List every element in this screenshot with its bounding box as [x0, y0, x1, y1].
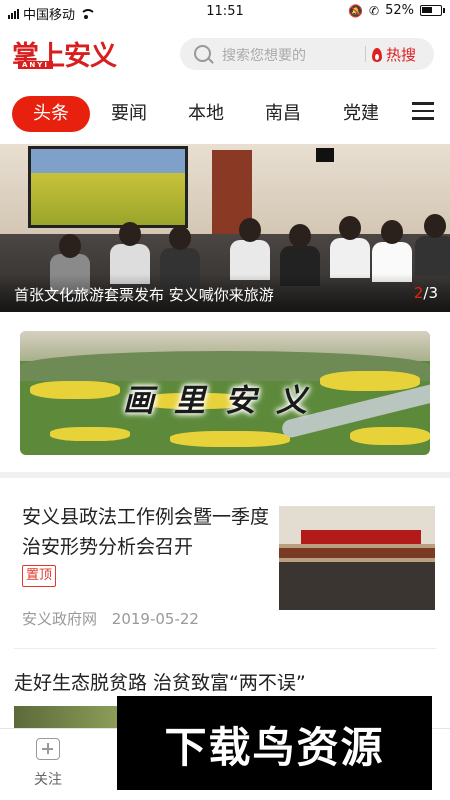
- search-bar[interactable]: 搜索您想要的 热搜: [180, 38, 434, 70]
- tab-local[interactable]: 本地: [175, 96, 237, 132]
- news-thumbnail-2[interactable]: [14, 706, 124, 728]
- tab-nanchang[interactable]: 南昌: [252, 96, 314, 132]
- mute-icon: 🔕: [348, 3, 364, 18]
- news-date: 2019-05-22: [111, 610, 199, 628]
- hot-search-label: 热搜: [386, 46, 417, 64]
- news-thumbnail[interactable]: [279, 506, 435, 610]
- promo-banner[interactable]: 画里安义: [20, 331, 430, 455]
- news-source: 安义政府网: [22, 610, 98, 628]
- watermark-overlay: 下载鸟资源: [117, 696, 432, 790]
- app-logo: 掌上安义 ANYI: [12, 34, 122, 74]
- battery-icon: [420, 5, 445, 16]
- search-input[interactable]: 搜索您想要的: [222, 45, 306, 65]
- menu-icon[interactable]: [412, 102, 434, 122]
- carousel-counter: 2/3: [414, 284, 438, 302]
- flame-icon: [372, 47, 382, 62]
- app-header: 掌上安义 ANYI 搜索您想要的 热搜: [0, 26, 450, 82]
- status-right: 🔕 ✆ 52%: [348, 3, 445, 18]
- battery-percent: 52%: [385, 3, 414, 18]
- tab-party[interactable]: 党建: [330, 96, 392, 132]
- news-title-2[interactable]: 走好生态脱贫路 治贫致富“两不误”: [14, 668, 306, 695]
- logo-sub: ANYI: [18, 61, 53, 69]
- search-divider: [365, 46, 366, 62]
- carousel-caption[interactable]: 首张文化旅游套票发布 安义喊你来旅游: [14, 284, 274, 305]
- tab-news[interactable]: 要闻: [98, 96, 160, 132]
- call-icon: ✆: [369, 3, 380, 18]
- hot-search-button[interactable]: 热搜: [372, 44, 416, 65]
- status-bar: 中国移动 11:51 🔕 ✆ 52%: [0, 0, 450, 24]
- list-divider: [14, 648, 436, 649]
- search-icon: [194, 45, 211, 62]
- carousel-current: 2: [413, 284, 424, 302]
- category-tabs: 头条 要闻 本地 南昌 党建: [0, 92, 450, 136]
- carousel-photo-speaker: [316, 148, 334, 162]
- follow-label: 关注: [34, 772, 62, 788]
- pinned-badge: 置顶: [22, 565, 57, 587]
- banner-title: 画里安义: [123, 383, 327, 419]
- carousel-photo-screen: [28, 146, 188, 228]
- watermark-text: 下载鸟资源: [164, 723, 385, 772]
- follow-nav-item[interactable]: 关注: [28, 738, 68, 794]
- add-follow-icon: [36, 738, 60, 760]
- section-separator: [0, 472, 450, 478]
- carousel-total: /3: [423, 284, 438, 302]
- news-meta: 安义政府网 2019-05-22: [22, 608, 209, 629]
- headline-carousel[interactable]: 首张文化旅游套票发布 安义喊你来旅游 2/3: [0, 144, 450, 312]
- news-title[interactable]: 安义县政法工作例会暨一季度治安形势分析会召开: [22, 502, 270, 562]
- tab-headline[interactable]: 头条: [12, 96, 90, 132]
